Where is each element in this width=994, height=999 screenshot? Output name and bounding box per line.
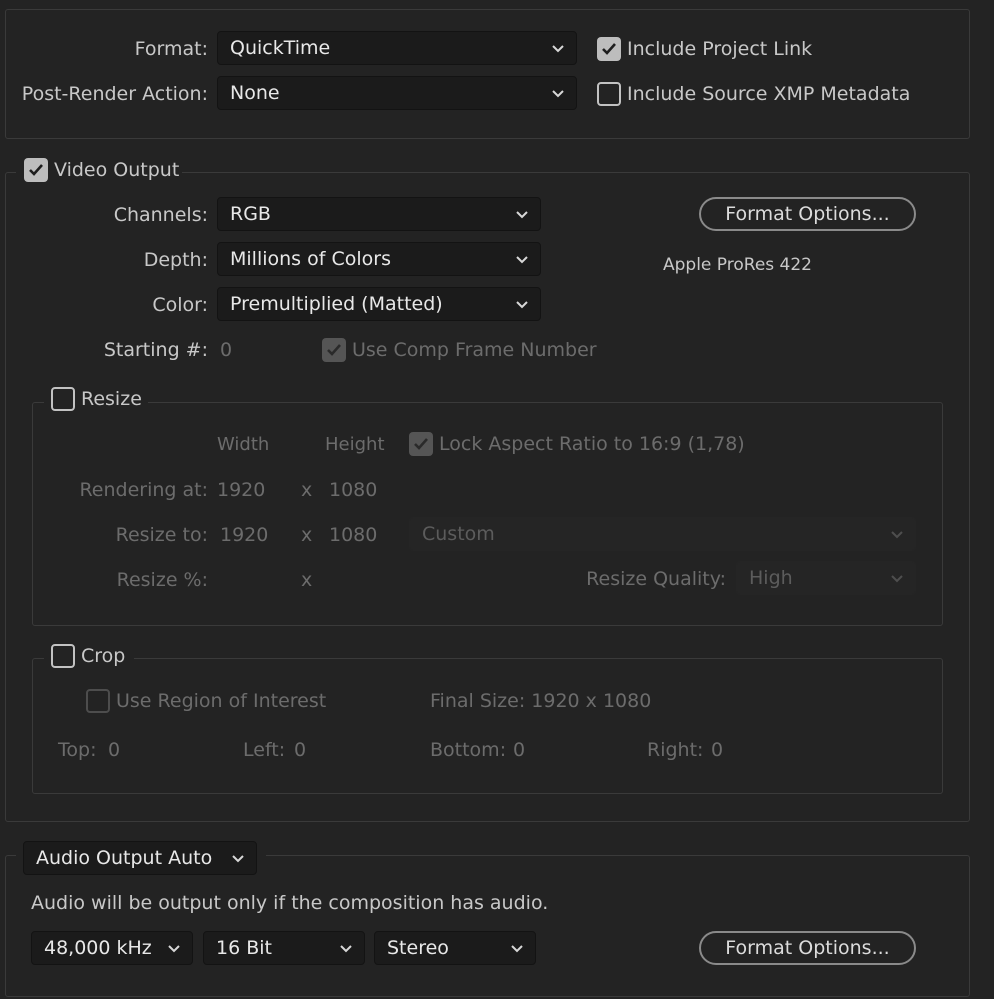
crop-label: Crop [81, 645, 126, 667]
crop-checkbox[interactable] [51, 644, 75, 668]
rendering-height: 1080 [329, 479, 378, 501]
chevron-down-icon [891, 531, 903, 539]
bit-depth-select[interactable]: 16 Bit [203, 931, 365, 965]
depth-select[interactable]: Millions of Colors [217, 242, 541, 276]
chevron-down-icon [516, 256, 528, 264]
use-region-of-interest-label: Use Region of Interest [116, 690, 327, 712]
chevron-down-icon [511, 945, 523, 953]
post-render-action-label: Post-Render Action: [21, 83, 208, 105]
checkmark-icon [327, 344, 341, 356]
post-render-action-select[interactable]: None [217, 76, 577, 110]
rendering-at-label: Rendering at: [79, 479, 208, 501]
chevron-down-icon [340, 945, 352, 953]
resize-preset-select[interactable]: Custom [409, 517, 916, 551]
sample-rate-value: 48,000 kHz [44, 937, 152, 959]
codec-label: Apple ProRes 422 [663, 255, 812, 275]
resize-percent-label: Resize %: [116, 569, 208, 591]
resize-quality-select[interactable]: High [736, 561, 916, 595]
chevron-down-icon [552, 90, 564, 98]
video-output-checkbox[interactable] [24, 158, 48, 182]
starting-number-label: Starting #: [103, 339, 208, 361]
width-header: Width [217, 434, 270, 455]
include-project-link-checkbox[interactable] [597, 37, 621, 61]
audio-format-options-button[interactable]: Format Options... [699, 931, 916, 965]
starting-number-field[interactable]: 0 [220, 338, 232, 362]
chevron-down-icon [516, 211, 528, 219]
post-render-action-value: None [230, 82, 280, 104]
include-project-link-label: Include Project Link [627, 38, 813, 60]
color-value: Premultiplied (Matted) [230, 293, 443, 315]
use-comp-frame-label: Use Comp Frame Number [352, 339, 597, 361]
crop-left-label: Left: [243, 739, 286, 761]
final-size-label: Final Size: 1920 x 1080 [430, 690, 652, 712]
crop-panel [32, 658, 943, 794]
crop-top-value[interactable]: 0 [108, 738, 120, 762]
audio-channels-value: Stereo [387, 937, 449, 959]
include-source-xmp-checkbox[interactable] [597, 82, 621, 106]
rendering-x: x [301, 479, 313, 501]
channels-label: Channels: [113, 204, 208, 226]
crop-top-label: Top: [58, 739, 97, 761]
resize-to-label: Resize to: [115, 524, 208, 546]
resize-quality-value: High [749, 567, 793, 589]
lock-aspect-checkbox[interactable] [409, 432, 433, 456]
use-comp-frame-checkbox[interactable] [322, 338, 346, 362]
sample-rate-select[interactable]: 48,000 kHz [31, 931, 193, 965]
resize-checkbox[interactable] [51, 387, 75, 411]
resize-label: Resize [81, 388, 142, 410]
resize-to-height[interactable]: 1080 [329, 523, 377, 547]
format-label: Format: [134, 38, 208, 60]
checkmark-icon [414, 438, 428, 450]
audio-note: Audio will be output only if the composi… [31, 892, 549, 914]
resize-percent-x: x [301, 569, 313, 591]
audio-output-mode-select[interactable]: Audio Output Auto [23, 841, 257, 875]
height-header: Height [325, 434, 385, 455]
rendering-width: 1920 [217, 479, 266, 501]
format-select[interactable]: QuickTime [217, 31, 577, 65]
chevron-down-icon [516, 301, 528, 309]
audio-output-mode-value: Audio Output Auto [36, 847, 213, 869]
color-select[interactable]: Premultiplied (Matted) [217, 287, 541, 321]
crop-bottom-label: Bottom: [430, 739, 507, 761]
resize-quality-label: Resize Quality: [586, 568, 726, 590]
resize-to-x: x [301, 524, 313, 546]
chevron-down-icon [232, 855, 244, 863]
checkmark-icon [602, 43, 616, 55]
output-settings-panel [5, 9, 970, 139]
audio-output-panel [5, 855, 970, 997]
depth-label: Depth: [143, 249, 208, 271]
video-output-label: Video Output [54, 159, 180, 181]
format-select-value: QuickTime [230, 37, 331, 59]
crop-right-label: Right: [647, 739, 704, 761]
audio-channels-select[interactable]: Stereo [374, 931, 536, 965]
chevron-down-icon [168, 945, 180, 953]
crop-bottom-value[interactable]: 0 [513, 738, 525, 762]
checkmark-icon [29, 164, 43, 176]
bit-depth-value: 16 Bit [216, 937, 272, 959]
lock-aspect-label: Lock Aspect Ratio to 16:9 (1,78) [439, 433, 745, 455]
resize-preset-value: Custom [422, 523, 495, 545]
color-label: Color: [152, 294, 208, 316]
channels-select[interactable]: RGB [217, 197, 541, 231]
depth-value: Millions of Colors [230, 248, 391, 270]
crop-left-value[interactable]: 0 [294, 738, 306, 762]
resize-to-width[interactable]: 1920 [220, 523, 268, 547]
channels-value: RGB [230, 203, 271, 225]
crop-right-value[interactable]: 0 [711, 738, 723, 762]
include-source-xmp-label: Include Source XMP Metadata [627, 83, 911, 105]
video-format-options-button[interactable]: Format Options... [699, 197, 916, 231]
chevron-down-icon [891, 575, 903, 583]
use-region-of-interest-checkbox[interactable] [86, 689, 110, 713]
chevron-down-icon [552, 45, 564, 53]
